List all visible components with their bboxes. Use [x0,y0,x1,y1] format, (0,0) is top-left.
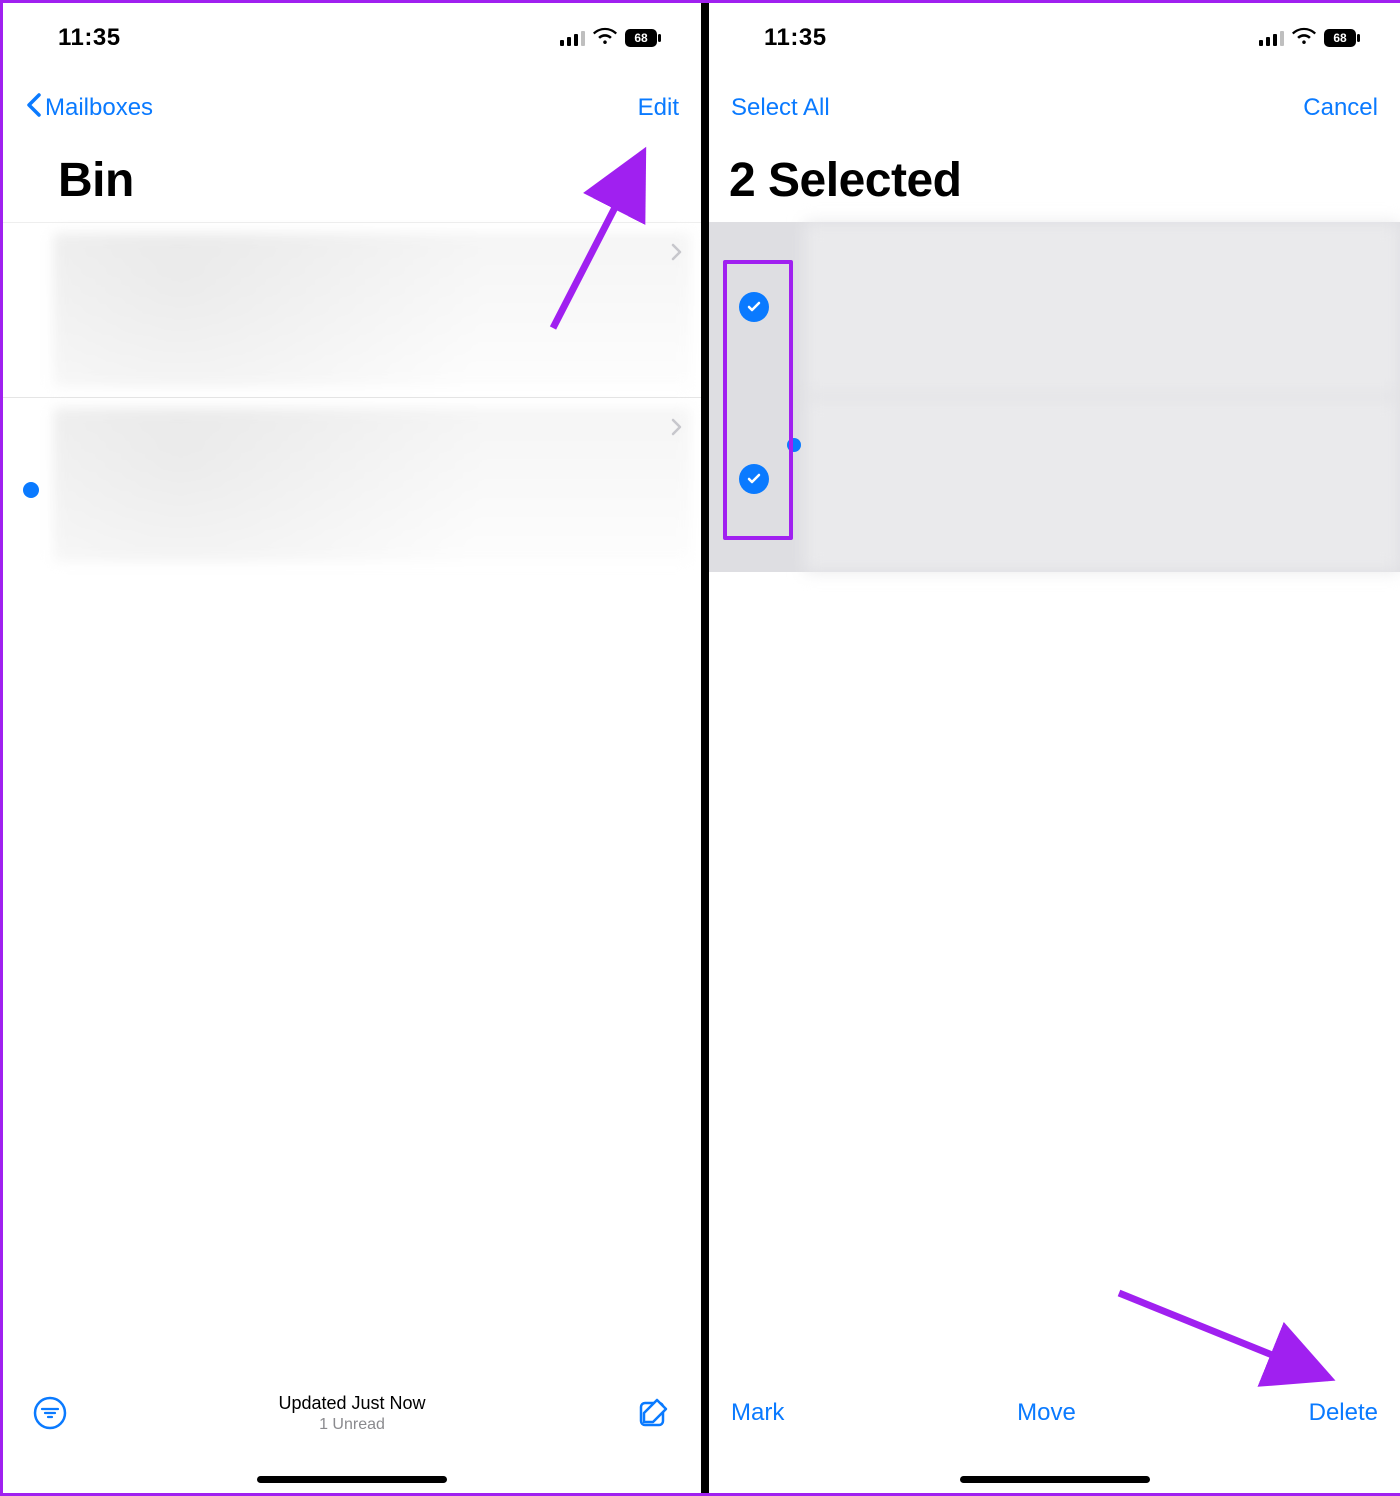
chevron-left-icon [25,93,41,124]
edit-button[interactable]: Edit [638,94,679,122]
home-indicator[interactable] [960,1476,1150,1483]
wifi-icon [593,24,617,52]
status-icons: 68 [1259,24,1361,52]
email-row[interactable] [3,222,701,397]
select-all-button[interactable]: Select All [731,94,830,122]
status-text: Updated Just Now [69,1393,635,1414]
unread-text: 1 Unread [69,1416,635,1434]
mark-button[interactable]: Mark [731,1399,784,1427]
cancel-button[interactable]: Cancel [1303,94,1378,122]
screenshot-divider [701,3,709,1493]
unread-dot-icon [23,482,39,498]
battery-icon: 68 [1324,29,1360,47]
selection-list[interactable] [709,222,1400,572]
back-button[interactable]: Mailboxes [25,93,153,124]
status-bar: 11:35 68 [3,3,701,73]
status-bar: 11:35 68 [709,3,1400,73]
page-title: Bin [3,143,701,222]
page-title: 2 Selected [709,143,1400,222]
nav-bar: Select All Cancel [709,73,1400,143]
redacted-content [53,233,691,387]
bottom-toolbar: Mark Move Delete [709,1363,1400,1463]
battery-level: 68 [1324,31,1356,45]
bottom-toolbar: Updated Just Now 1 Unread [3,1363,701,1463]
chevron-right-icon [671,416,683,442]
home-indicator[interactable] [257,1476,447,1483]
battery-level: 68 [625,31,657,45]
battery-icon: 68 [625,29,661,47]
delete-button[interactable]: Delete [1309,1399,1378,1427]
status-time: 11:35 [58,24,121,52]
redacted-content [53,408,691,562]
nav-bar: Mailboxes Edit [3,73,701,143]
redacted-content [804,397,1400,572]
email-list[interactable] [3,222,701,572]
redacted-content [804,222,1400,397]
status-icons: 68 [560,24,662,52]
compose-button[interactable] [635,1394,673,1432]
back-label: Mailboxes [45,94,153,122]
right-screenshot: 11:35 68 Select All Cancel 2 Selected [709,3,1400,1493]
filter-button[interactable] [31,1394,69,1432]
left-screenshot: 11:35 68 Mailboxes Edit Bin [3,3,701,1493]
status-time: 11:35 [764,24,827,52]
move-button[interactable]: Move [1017,1399,1076,1427]
toolbar-status: Updated Just Now 1 Unread [69,1393,635,1434]
cellular-icon [1259,30,1285,46]
annotation-highlight [723,260,793,540]
chevron-right-icon [671,241,683,267]
email-row[interactable] [3,397,701,572]
cellular-icon [560,30,586,46]
wifi-icon [1292,24,1316,52]
